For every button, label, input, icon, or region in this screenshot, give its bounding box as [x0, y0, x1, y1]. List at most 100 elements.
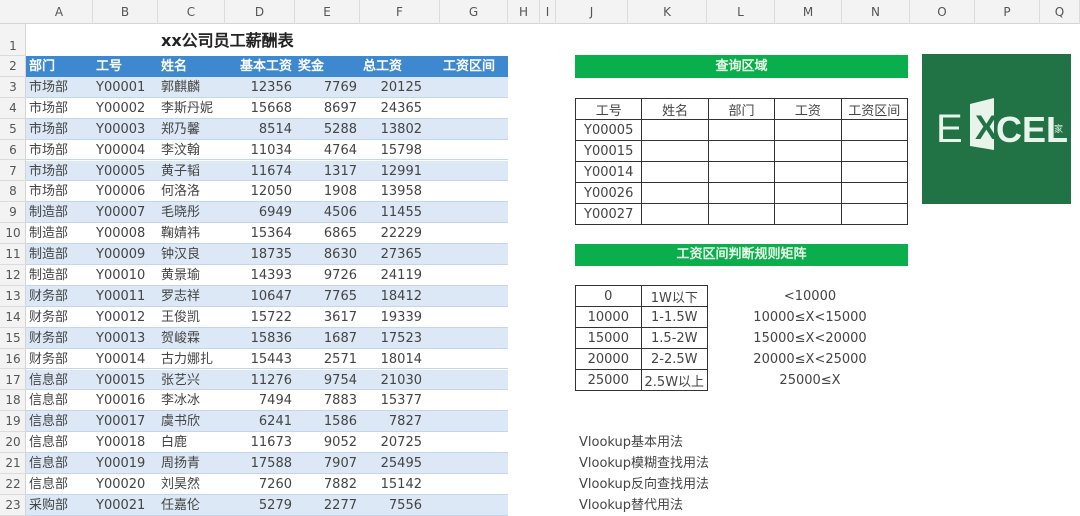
table-cell[interactable]: 19339: [360, 307, 425, 328]
table-cell[interactable]: 18014: [360, 349, 425, 370]
table-cell[interactable]: 采购部: [26, 495, 93, 516]
table-cell[interactable]: 9726: [295, 265, 360, 286]
table-cell[interactable]: 12356: [225, 77, 295, 98]
table-cell[interactable]: 1586: [295, 411, 360, 432]
table-cell[interactable]: 9052: [295, 432, 360, 453]
table-cell[interactable]: 7494: [225, 390, 295, 411]
vlookup-note[interactable]: Vlookup模糊查找用法: [576, 453, 712, 474]
query-id-cell[interactable]: Y00014: [574, 161, 643, 183]
table-cell[interactable]: 市场部: [26, 98, 93, 119]
table-cell[interactable]: 虞书欣: [158, 411, 225, 432]
table-cell[interactable]: 1687: [295, 328, 360, 349]
table-cell[interactable]: Y00019: [93, 453, 158, 474]
query-header-cell[interactable]: 工资区间: [840, 98, 909, 120]
rule-cell[interactable]: 2-2.5W: [640, 348, 709, 370]
header-cell-1[interactable]: 工号: [93, 56, 158, 77]
query-empty-cell[interactable]: [840, 119, 909, 141]
table-cell[interactable]: 李斯丹妮: [158, 98, 225, 119]
table-cell[interactable]: 15377: [360, 390, 425, 411]
table-cell[interactable]: 6865: [295, 223, 360, 244]
query-empty-cell[interactable]: [774, 161, 842, 183]
table-cell[interactable]: Y00017: [93, 411, 158, 432]
query-header-cell[interactable]: 姓名: [641, 98, 709, 120]
table-cell[interactable]: Y00003: [93, 119, 158, 140]
table-cell[interactable]: 郭麒麟: [158, 77, 225, 98]
table-cell[interactable]: 21030: [360, 370, 425, 391]
table-cell[interactable]: 17523: [360, 328, 425, 349]
query-empty-cell[interactable]: [840, 182, 909, 204]
table-cell[interactable]: Y00020: [93, 474, 158, 495]
table-cell[interactable]: Y00011: [93, 286, 158, 307]
table-cell[interactable]: 10647: [225, 286, 295, 307]
query-header-cell[interactable]: 工资: [774, 98, 842, 120]
table-cell[interactable]: 6949: [225, 202, 295, 223]
rule-cell[interactable]: 1-1.5W: [640, 306, 709, 328]
query-empty-cell[interactable]: [707, 203, 776, 225]
table-cell[interactable]: 8630: [295, 244, 360, 265]
table-cell[interactable]: 古力娜扎: [158, 349, 225, 370]
table-cell[interactable]: 11276: [225, 370, 295, 391]
header-cell-3[interactable]: 基本工资: [225, 56, 295, 77]
query-header-cell[interactable]: 工号: [574, 98, 643, 120]
table-cell[interactable]: 11455: [360, 202, 425, 223]
query-empty-cell[interactable]: [774, 119, 842, 141]
rule-cell[interactable]: 20000: [575, 348, 642, 370]
query-empty-cell[interactable]: [707, 119, 776, 141]
query-empty-cell[interactable]: [707, 182, 776, 204]
table-cell[interactable]: 王俊凯: [158, 307, 225, 328]
query-empty-cell[interactable]: [641, 140, 709, 162]
table-cell[interactable]: 7765: [295, 286, 360, 307]
table-cell[interactable]: 15668: [225, 98, 295, 119]
table-cell[interactable]: 15798: [360, 140, 425, 161]
table-cell[interactable]: 贺峻霖: [158, 328, 225, 349]
rule-cell[interactable]: 1.5-2W: [640, 327, 709, 349]
table-cell[interactable]: Y00002: [93, 98, 158, 119]
table-cell[interactable]: Y00001: [93, 77, 158, 98]
table-cell[interactable]: 信息部: [26, 453, 93, 474]
table-cell[interactable]: 11034: [225, 140, 295, 161]
table-cell[interactable]: 1317: [295, 161, 360, 182]
table-cell[interactable]: 李汶翰: [158, 140, 225, 161]
table-cell[interactable]: 何洛洛: [158, 181, 225, 202]
rule-cell[interactable]: 25000: [575, 369, 642, 391]
query-empty-cell[interactable]: [641, 182, 709, 204]
table-cell[interactable]: 财务部: [26, 328, 93, 349]
query-empty-cell[interactable]: [840, 140, 909, 162]
table-cell[interactable]: 刘昊然: [158, 474, 225, 495]
table-cell[interactable]: 制造部: [26, 244, 93, 265]
table-cell[interactable]: 财务部: [26, 307, 93, 328]
table-cell[interactable]: 周扬青: [158, 453, 225, 474]
table-cell[interactable]: 11674: [225, 161, 295, 182]
table-cell[interactable]: 18735: [225, 244, 295, 265]
table-cell[interactable]: 12991: [360, 161, 425, 182]
table-cell[interactable]: 信息部: [26, 432, 93, 453]
table-cell[interactable]: 7827: [360, 411, 425, 432]
table-cell[interactable]: 15364: [225, 223, 295, 244]
rule-cell[interactable]: 2.5W以上: [640, 369, 709, 391]
rule-cell[interactable]: 15000: [575, 327, 642, 349]
query-empty-cell[interactable]: [641, 119, 709, 141]
table-cell[interactable]: 8697: [295, 98, 360, 119]
table-cell[interactable]: Y00014: [93, 349, 158, 370]
table-cell[interactable]: 4506: [295, 202, 360, 223]
table-cell[interactable]: 20725: [360, 432, 425, 453]
table-cell[interactable]: 14393: [225, 265, 295, 286]
table-cell[interactable]: Y00021: [93, 495, 158, 516]
table-cell[interactable]: 信息部: [26, 390, 93, 411]
table-cell[interactable]: 7769: [295, 77, 360, 98]
table-cell[interactable]: 18412: [360, 286, 425, 307]
table-cell[interactable]: Y00005: [93, 161, 158, 182]
query-empty-cell[interactable]: [641, 161, 709, 183]
table-cell[interactable]: 24365: [360, 98, 425, 119]
query-empty-cell[interactable]: [840, 203, 909, 225]
table-cell[interactable]: 任嘉伦: [158, 495, 225, 516]
table-cell[interactable]: 24119: [360, 265, 425, 286]
query-empty-cell[interactable]: [840, 161, 909, 183]
table-cell[interactable]: 7882: [295, 474, 360, 495]
table-cell[interactable]: 7883: [295, 390, 360, 411]
query-header-cell[interactable]: 部门: [707, 98, 776, 120]
table-cell[interactable]: 鞠婧祎: [158, 223, 225, 244]
table-cell[interactable]: 张艺兴: [158, 370, 225, 391]
table-cell[interactable]: 郑乃馨: [158, 119, 225, 140]
table-cell[interactable]: 市场部: [26, 181, 93, 202]
